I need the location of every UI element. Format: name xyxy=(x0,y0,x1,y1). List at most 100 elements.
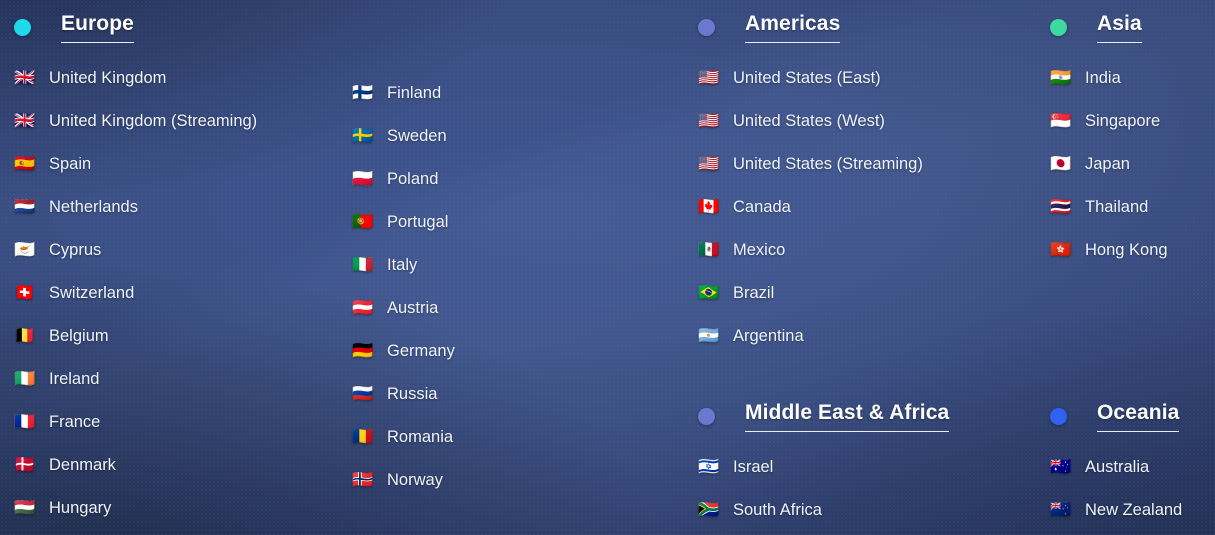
region-title-underline xyxy=(61,42,134,43)
country-name-label: Argentina xyxy=(733,326,804,345)
country-flag-icon: 🇳🇱 xyxy=(14,197,36,216)
country-row[interactable]: 🇭🇰 Hong Kong xyxy=(1050,228,1168,271)
country-flag-icon: 🇳🇿 xyxy=(1050,500,1072,519)
country-name-label: United States (West) xyxy=(733,111,885,130)
country-name-label: Sweden xyxy=(387,126,447,145)
country-row[interactable]: 🇨🇦 Canada xyxy=(698,185,923,228)
country-row[interactable]: 🇿🇦 South Africa xyxy=(698,488,949,531)
country-flag-icon: 🇫🇷 xyxy=(14,412,36,431)
country-list-europe-column-2-wrapper: 🇫🇮 Finland 🇸🇪 Sweden 🇵🇱 Poland 🇵🇹 Portugal 🇮🇹 Ita… xyxy=(352,59,455,501)
country-row[interactable]: 🇮🇪 Ireland xyxy=(14,357,257,400)
country-row[interactable]: 🇪🇸 Spain xyxy=(14,142,257,185)
country-row[interactable]: 🇫🇷 France xyxy=(14,400,257,443)
country-name-label: Netherlands xyxy=(49,197,138,216)
country-name-label: Hungary xyxy=(49,498,112,517)
country-name-label: Brazil xyxy=(733,283,775,302)
country-flag-icon: 🇺🇸 xyxy=(698,111,720,130)
country-flag-icon: 🇧🇷 xyxy=(698,283,720,302)
country-name-label: Thailand xyxy=(1085,197,1149,216)
country-flag-icon: 🇮🇹 xyxy=(352,255,374,274)
country-row[interactable]: 🇦🇷 Argentina xyxy=(698,314,923,357)
country-flag-icon: 🇦🇷 xyxy=(698,326,720,345)
country-row[interactable]: 🇧🇪 Belgium xyxy=(14,314,257,357)
country-row[interactable]: 🇯🇵 Japan xyxy=(1050,142,1168,185)
country-name-label: Austria xyxy=(387,298,439,317)
country-name-label: India xyxy=(1085,68,1121,87)
country-name-label: United States (East) xyxy=(733,68,881,87)
country-flag-icon: 🇯🇵 xyxy=(1050,154,1072,173)
country-name-label: South Africa xyxy=(733,500,822,519)
country-row[interactable]: 🇵🇱 Poland xyxy=(352,157,455,200)
country-list-asia: 🇮🇳 India 🇸🇬 Singapore 🇯🇵 Japan 🇹🇭 Thailand 🇭🇰 Hon… xyxy=(1050,56,1168,271)
country-flag-icon: 🇨🇾 xyxy=(14,240,36,259)
country-name-label: Denmark xyxy=(49,455,116,474)
country-name-label: Japan xyxy=(1085,154,1130,173)
country-flag-icon: 🇭🇰 xyxy=(1050,240,1072,259)
country-flag-icon: 🇵🇹 xyxy=(352,212,374,231)
region-section-americas: Americas 🇺🇸 United States (East) 🇺🇸 United … xyxy=(698,10,923,357)
country-name-label: Portugal xyxy=(387,212,449,231)
country-flag-icon: 🇵🇱 xyxy=(352,169,374,188)
country-row[interactable]: 🇩🇪 Germany xyxy=(352,329,455,372)
country-row[interactable]: 🇩🇰 Denmark xyxy=(14,443,257,486)
country-flag-icon: 🇸🇬 xyxy=(1050,111,1072,130)
country-name-label: Israel xyxy=(733,457,774,476)
country-name-label: Ireland xyxy=(49,369,100,388)
country-row[interactable]: 🇹🇭 Thailand xyxy=(1050,185,1168,228)
region-header-americas: Americas xyxy=(698,10,923,44)
country-row[interactable]: 🇮🇳 India xyxy=(1050,56,1168,99)
country-row[interactable]: 🇫🇮 Finland xyxy=(352,71,455,114)
country-row[interactable]: 🇸🇬 Singapore xyxy=(1050,99,1168,142)
country-name-label: Italy xyxy=(387,255,418,274)
country-row[interactable]: 🇷🇺 Russia xyxy=(352,372,455,415)
country-row[interactable]: 🇺🇸 United States (East) xyxy=(698,56,923,99)
region-bullet-icon xyxy=(698,18,715,36)
country-row[interactable]: 🇬🇧 United Kingdom (Streaming) xyxy=(14,99,257,142)
region-header-middle-east-africa: Middle East & Africa xyxy=(698,399,950,433)
country-flag-icon: 🇬🇧 xyxy=(14,111,36,130)
region-title: Middle East & Africa xyxy=(745,401,950,424)
country-row[interactable]: 🇦🇺 Australia xyxy=(1050,445,1182,488)
region-header-oceania: Oceania xyxy=(1050,399,1182,433)
country-flag-icon: 🇫🇮 xyxy=(352,83,374,102)
country-row[interactable]: 🇨🇾 Cyprus xyxy=(14,228,257,271)
region-title: Asia xyxy=(1097,12,1142,35)
region-title: Oceania xyxy=(1097,401,1180,424)
country-row[interactable]: 🇨🇭 Switzerland xyxy=(14,271,257,314)
country-row[interactable]: 🇳🇱 Netherlands xyxy=(14,185,257,228)
country-name-label: Canada xyxy=(733,197,791,216)
country-name-label: Singapore xyxy=(1085,111,1161,130)
country-row[interactable]: 🇬🇧 United Kingdom xyxy=(14,56,257,99)
country-flag-icon: 🇲🇽 xyxy=(698,240,720,259)
country-name-label: United Kingdom (Streaming) xyxy=(49,111,258,130)
country-flag-icon: 🇮🇱 xyxy=(698,457,720,476)
country-row[interactable]: 🇷🇴 Romania xyxy=(352,415,455,458)
country-flag-icon: 🇿🇦 xyxy=(698,500,720,519)
country-flag-icon: 🇦🇺 xyxy=(1050,457,1072,476)
country-flag-icon: 🇪🇸 xyxy=(14,154,36,173)
country-row[interactable]: 🇳🇴 Norway xyxy=(352,458,455,501)
country-row[interactable]: 🇵🇹 Portugal xyxy=(352,200,455,243)
region-section-oceania: Oceania 🇦🇺 Australia 🇳🇿 New Zealand xyxy=(1050,399,1182,531)
country-row[interactable]: 🇦🇹 Austria xyxy=(352,286,455,329)
country-row[interactable]: 🇭🇺 Hungary xyxy=(14,486,257,529)
region-section-europe: Europe 🇬🇧 United Kingdom 🇬🇧 United Kingdom … xyxy=(14,10,257,529)
country-row[interactable]: 🇸🇪 Sweden xyxy=(352,114,455,157)
country-row[interactable]: 🇺🇸 United States (Streaming) xyxy=(698,142,923,185)
country-row[interactable]: 🇺🇸 United States (West) xyxy=(698,99,923,142)
country-name-label: Norway xyxy=(387,470,443,489)
country-row[interactable]: 🇮🇱 Israel xyxy=(698,445,949,488)
country-row[interactable]: 🇳🇿 New Zealand xyxy=(1050,488,1182,531)
country-flag-icon: 🇨🇦 xyxy=(698,197,720,216)
country-flag-icon: 🇳🇴 xyxy=(352,470,374,489)
regions-container: Europe 🇬🇧 United Kingdom 🇬🇧 United Kingdom … xyxy=(0,0,1215,535)
country-row[interactable]: 🇧🇷 Brazil xyxy=(698,271,923,314)
country-name-label: Australia xyxy=(1085,457,1150,476)
region-title: Europe xyxy=(61,12,134,35)
country-row[interactable]: 🇲🇽 Mexico xyxy=(698,228,923,271)
region-bullet-icon xyxy=(1050,18,1067,36)
country-row[interactable]: 🇮🇹 Italy xyxy=(352,243,455,286)
region-bullet-icon xyxy=(14,18,31,36)
region-header-asia: Asia xyxy=(1050,10,1168,44)
country-list-oceania: 🇦🇺 Australia 🇳🇿 New Zealand xyxy=(1050,445,1182,531)
